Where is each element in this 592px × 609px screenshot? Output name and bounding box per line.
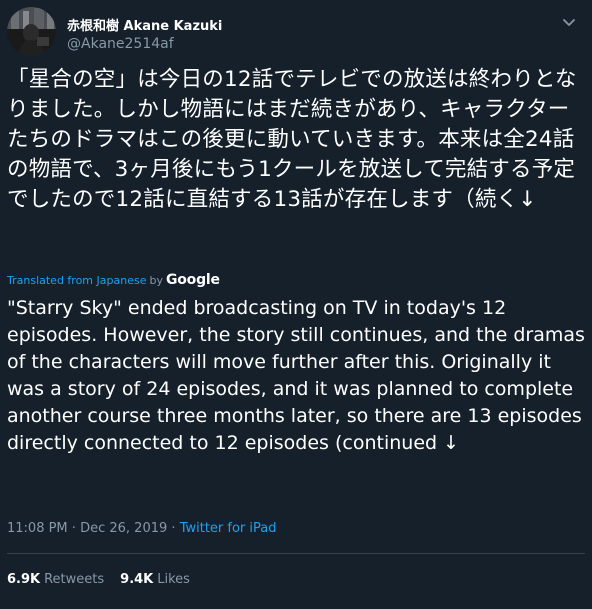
translation-attribution: Translated from Japanese by Google	[7, 272, 220, 290]
likes-count: 9.4K	[120, 572, 154, 587]
user-handle[interactable]: @Akane2514af	[67, 36, 174, 52]
google-logo: Google	[165, 272, 220, 288]
tweet-time[interactable]: 11:08 PM	[7, 521, 68, 536]
avatar[interactable]	[7, 7, 56, 56]
chevron-down-icon	[563, 19, 575, 26]
tweet-timestamp-row: 11:08 PM · Dec 26, 2019 · Twitter for iP…	[7, 521, 276, 536]
translated-by: by	[149, 274, 163, 287]
likes-stat[interactable]: 9.4K Likes	[120, 572, 190, 587]
more-options-button[interactable]	[560, 13, 578, 31]
translated-label-link[interactable]: Translated from Japanese	[7, 274, 146, 287]
tweet-date[interactable]: Dec 26, 2019	[80, 521, 167, 536]
separator-dot: ·	[71, 521, 76, 536]
translated-tweet-text: "Starry Sky" ended broadcasting on TV in…	[7, 297, 591, 454]
tweet-source-link[interactable]: Twitter for iPad	[180, 521, 277, 536]
retweets-count: 6.9K	[7, 572, 41, 587]
tweet: 赤根和樹 Akane Kazuki @Akane2514af 「星合の空」は今日…	[0, 0, 592, 609]
display-name[interactable]: 赤根和樹 Akane Kazuki	[67, 15, 222, 34]
retweets-stat[interactable]: 6.9K Retweets	[7, 572, 104, 587]
tweet-text: 「星合の空」は今日の12話でテレビでの放送は終わりとなりました。しかし物語にはま…	[7, 67, 577, 212]
divider	[7, 553, 585, 554]
retweets-label: Retweets	[44, 572, 105, 587]
engagement-stats: 6.9K Retweets 9.4K Likes	[7, 572, 190, 587]
likes-label: Likes	[157, 572, 190, 587]
separator-dot: ·	[171, 521, 176, 536]
avatar-image	[7, 7, 56, 56]
tweet-header: 赤根和樹 Akane Kazuki @Akane2514af	[7, 7, 582, 56]
